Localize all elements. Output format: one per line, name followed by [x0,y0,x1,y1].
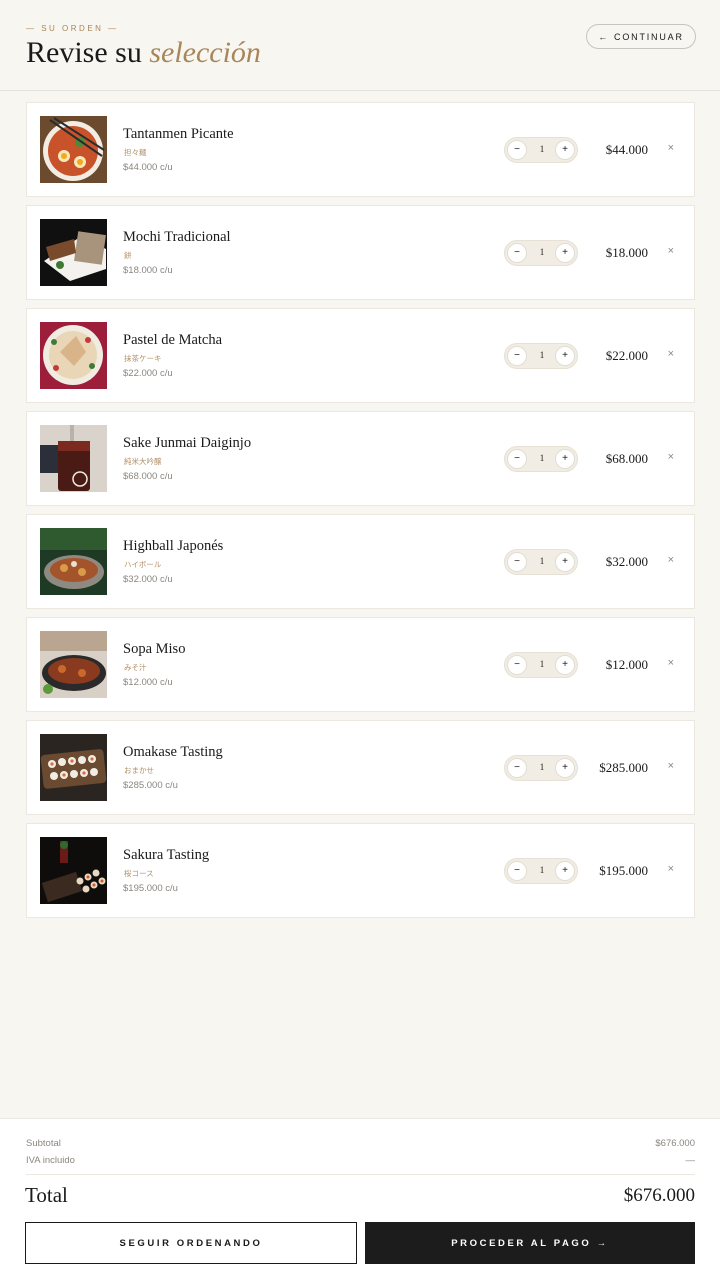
tax-value: — [685,1155,696,1166]
item-photo [40,425,107,492]
item-unit-price: $18.000 c/u [123,265,173,276]
quantity-stepper: − 1 + [504,755,578,781]
quantity-stepper: − 1 + [504,343,578,369]
page-title: Revise su selección [26,36,261,70]
item-total-price: $285.000 [599,760,648,775]
item-photo [40,116,107,183]
arrow-left-icon: ← [598,31,610,42]
order-item: Pastel de Matcha 抹茶ケーキ $22.000 c/u − 1 +… [26,308,695,403]
item-photo [40,219,107,286]
item-name: Pastel de Matcha [123,332,223,348]
increase-quantity-button[interactable]: + [555,243,575,263]
item-name: Mochi Tradicional [123,229,231,245]
item-japanese-name: みそ汁 [124,663,147,672]
item-japanese-name: 純米大吟醸 [124,457,162,466]
remove-item-button[interactable]: × [668,760,674,772]
item-japanese-name: おまかせ [124,766,154,775]
total-value: $676.000 [623,1185,695,1206]
order-item: Sopa Miso みそ汁 $12.000 c/u − 1 + $12.000 … [26,617,695,712]
keep-ordering-button[interactable]: SEGUIR ORDENANDO [25,1222,357,1264]
item-name: Tantanmen Picante [123,126,234,142]
page-header: — SU ORDEN — Revise su selección ← CONTI… [0,0,720,91]
tax-label: IVA incluido [26,1155,75,1166]
item-unit-price: $68.000 c/u [123,471,173,482]
order-item: Highball Japonés ハイボール $32.000 c/u − 1 +… [26,514,695,609]
quantity-stepper: − 1 + [504,240,578,266]
quantity-stepper: − 1 + [504,137,578,163]
increase-quantity-button[interactable]: + [555,140,575,160]
item-name: Sakura Tasting [123,847,210,863]
order-item: Mochi Tradicional 餅 $18.000 c/u − 1 + $1… [26,205,695,300]
item-name: Omakase Tasting [123,744,223,760]
order-item: Tantanmen Picante 担々麺 $44.000 c/u − 1 + … [26,102,695,197]
item-photo [40,528,107,595]
proceed-to-payment-button[interactable]: PROCEDER AL PAGO → [365,1222,695,1264]
increase-quantity-button[interactable]: + [555,449,575,469]
item-unit-price: $22.000 c/u [123,368,173,379]
remove-item-button[interactable]: × [668,142,674,154]
item-name: Highball Japonés [123,538,224,554]
remove-item-button[interactable]: × [668,554,674,566]
item-name: Sake Junmai Daiginjo [123,435,252,451]
item-japanese-name: 抹茶ケーキ [124,354,162,363]
subtotal-label: Subtotal [26,1138,61,1149]
item-total-price: $22.000 [605,348,648,363]
item-total-price: $195.000 [599,863,648,878]
increase-quantity-button[interactable]: + [555,552,575,572]
item-photo [40,734,107,801]
increase-quantity-button[interactable]: + [555,758,575,778]
quantity-stepper: − 1 + [504,446,578,472]
increase-quantity-button[interactable]: + [555,861,575,881]
item-total-price: $18.000 [605,245,648,260]
continue-button[interactable]: ← CONTINUAR [586,24,696,49]
subtotal-value: $676.000 [655,1138,695,1149]
order-item: Sakura Tasting 桜コース $195.000 c/u − 1 + $… [26,823,695,918]
remove-item-button[interactable]: × [668,348,674,360]
title-accent: selección [149,36,261,69]
order-item: Sake Junmai Daiginjo 純米大吟醸 $68.000 c/u −… [26,411,695,506]
remove-item-button[interactable]: × [668,657,674,669]
remove-item-button[interactable]: × [668,451,674,463]
quantity-stepper: − 1 + [504,652,578,678]
quantity-stepper: − 1 + [504,549,578,575]
remove-item-button[interactable]: × [668,245,674,257]
item-unit-price: $195.000 c/u [123,883,178,894]
item-total-price: $44.000 [605,142,648,157]
item-photo [40,837,107,904]
item-japanese-name: 桜コース [124,869,154,878]
item-unit-price: $285.000 c/u [123,780,178,791]
item-total-price: $12.000 [605,657,648,672]
item-unit-price: $32.000 c/u [123,574,173,585]
remove-item-button[interactable]: × [668,863,674,875]
order-item: Omakase Tasting おまかせ $285.000 c/u − 1 + … [26,720,695,815]
subtotal-row: Subtotal $676.000 [26,1138,695,1149]
item-name: Sopa Miso [123,641,186,657]
order-summary: Subtotal $676.000 IVA incluido — Total $… [0,1118,720,1282]
title-plain: Revise su [26,36,142,69]
order-items-list: Tantanmen Picante 担々麺 $44.000 c/u − 1 + … [26,102,695,926]
total-label: Total [25,1183,68,1207]
item-japanese-name: ハイボール [124,560,162,569]
item-japanese-name: 担々麺 [124,148,147,157]
quantity-stepper: − 1 + [504,858,578,884]
increase-quantity-button[interactable]: + [555,346,575,366]
section-eyebrow: — SU ORDEN — [26,24,119,33]
item-unit-price: $12.000 c/u [123,677,173,688]
item-japanese-name: 餅 [124,251,132,260]
item-total-price: $68.000 [605,451,648,466]
summary-divider [26,1174,695,1175]
item-photo [40,631,107,698]
item-total-price: $32.000 [605,554,648,569]
item-unit-price: $44.000 c/u [123,162,173,173]
increase-quantity-button[interactable]: + [555,655,575,675]
item-photo [40,322,107,389]
tax-row: IVA incluido — [26,1155,695,1166]
continue-label: CONTINUAR [614,31,684,42]
